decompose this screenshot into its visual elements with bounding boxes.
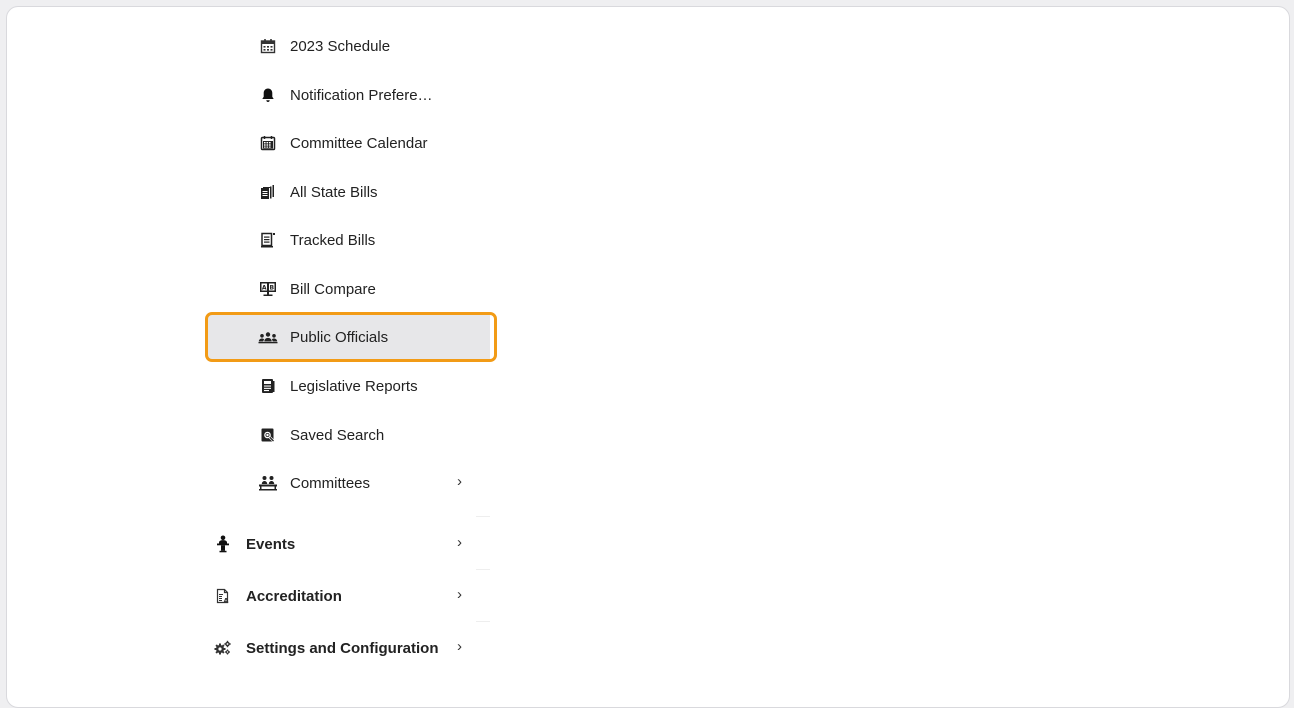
documents-stack-icon xyxy=(257,181,279,203)
menu-item-label: All State Bills xyxy=(290,183,378,201)
accreditation-doc-icon: A xyxy=(212,585,234,607)
chevron-right-icon: › xyxy=(457,638,462,655)
menu-section-events[interactable]: Events › xyxy=(212,522,490,566)
divider xyxy=(476,516,490,517)
menu-item-label: Committee Calendar xyxy=(290,134,428,152)
bell-icon xyxy=(257,84,279,106)
menu-section-accreditation[interactable]: A Accreditation › xyxy=(212,574,490,618)
chevron-right-icon: › xyxy=(457,534,462,551)
menu-item-legislative-reports[interactable]: Legislative Reports xyxy=(208,364,490,408)
menu-item-label: Committees xyxy=(290,474,371,492)
menu-item-notification-preferences[interactable]: Notification Prefere… xyxy=(208,73,490,117)
divider xyxy=(476,569,490,570)
chevron-right-icon: › xyxy=(457,473,462,490)
menu-item-all-state-bills[interactable]: All State Bills xyxy=(208,170,490,214)
committee-icon xyxy=(257,472,279,494)
menu-section-settings-and-configuration[interactable]: Settings and Configuration › xyxy=(212,626,490,670)
menu-item-committees[interactable]: Committees › xyxy=(208,461,490,505)
report-icon xyxy=(257,375,279,397)
menu-item-bill-compare[interactable]: AB Bill Compare xyxy=(208,267,490,311)
compare-ab-icon: AB xyxy=(257,278,279,300)
menu-item-label: Notification Prefere… xyxy=(290,86,433,104)
menu-item-label: Tracked Bills xyxy=(290,231,376,249)
svg-text:A: A xyxy=(223,597,228,605)
menu-item-tracked-bills[interactable]: Tracked Bills xyxy=(208,218,490,262)
svg-text:B: B xyxy=(269,285,274,292)
menu-section-label: Events xyxy=(246,535,296,553)
svg-text:A: A xyxy=(262,285,267,292)
menu-item-saved-search[interactable]: Saved Search xyxy=(208,413,490,457)
menu-item-label: 2023 Schedule xyxy=(290,37,391,55)
speaker-podium-icon xyxy=(212,533,234,555)
app-window xyxy=(6,6,1290,708)
menu-item-committee-calendar[interactable]: Committee Calendar xyxy=(208,121,490,165)
gears-icon xyxy=(212,637,234,659)
menu-item-label: Bill Compare xyxy=(290,280,376,298)
menu-section-label: Settings and Configuration xyxy=(246,639,439,657)
calendar-icon xyxy=(257,35,279,57)
menu-section-label: Accreditation xyxy=(246,587,342,605)
highlight-box xyxy=(205,312,497,362)
saved-search-icon xyxy=(257,424,279,446)
calendar-grid-icon xyxy=(257,132,279,154)
menu-item-2023-schedule[interactable]: 2023 Schedule xyxy=(208,24,490,68)
chevron-right-icon: › xyxy=(457,586,462,603)
divider xyxy=(476,621,490,622)
menu-item-label: Saved Search xyxy=(290,426,385,444)
menu-item-label: Legislative Reports xyxy=(290,377,418,395)
document-tracked-icon xyxy=(257,229,279,251)
